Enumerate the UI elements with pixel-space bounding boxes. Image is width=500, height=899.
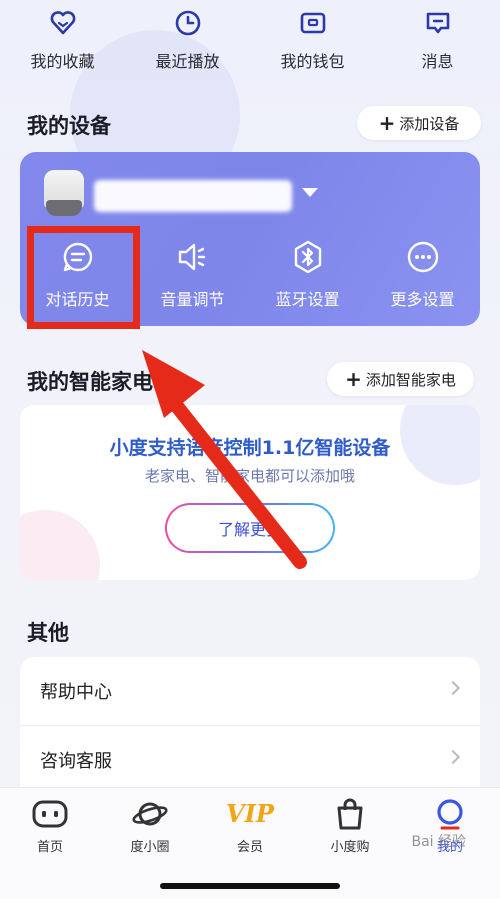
bluetooth-label: 蓝牙设置 bbox=[275, 290, 340, 309]
device-actions-row: 对话历史 音量调节 蓝牙设置 更多设置 bbox=[20, 240, 480, 312]
plus-icon: + bbox=[378, 111, 396, 135]
chat-history-label: 对话历史 bbox=[45, 290, 110, 309]
quick-actions-row: 我的收藏 最近播放 我的钱包 消息 bbox=[0, 8, 500, 78]
nav-label: 首页 bbox=[36, 840, 63, 855]
chat-history-button[interactable]: 对话历史 bbox=[20, 240, 135, 312]
home-indicator[interactable] bbox=[160, 883, 340, 889]
smart-home-headline: 小度支持语音控制1.1亿智能设备 bbox=[109, 437, 391, 459]
add-smart-device-label: 添加智能家电 bbox=[365, 370, 456, 389]
smart-home-section-title: 我的智能家电 bbox=[27, 370, 153, 394]
nav-label: 小度购 bbox=[330, 840, 370, 855]
bottom-navigation: 首页 度小圈 VIP 会员 小度购 我的 Bai 经验 bbox=[0, 787, 500, 899]
profile-icon bbox=[437, 799, 463, 830]
quick-item-label: 我的钱包 bbox=[280, 52, 345, 71]
learn-more-label: 了解更多 bbox=[167, 505, 333, 551]
more-settings-button[interactable]: 更多设置 bbox=[365, 240, 480, 312]
add-device-label: 添加设备 bbox=[399, 114, 460, 133]
plus-icon: + bbox=[345, 367, 362, 391]
device-card[interactable]: 对话历史 音量调节 蓝牙设置 更多设置 bbox=[20, 152, 480, 326]
add-device-button[interactable]: + 添加设备 bbox=[357, 106, 481, 140]
shopping-bag-icon bbox=[337, 798, 363, 830]
quick-item-wallet[interactable]: 我的钱包 bbox=[250, 8, 375, 78]
other-section-title: 其他 bbox=[27, 621, 69, 645]
message-icon bbox=[426, 12, 449, 34]
more-settings-label: 更多设置 bbox=[390, 290, 455, 309]
quick-item-favorites[interactable]: 我的收藏 bbox=[0, 8, 125, 78]
device-name-redacted bbox=[94, 180, 292, 212]
learn-more-button[interactable]: 了解更多 bbox=[165, 503, 335, 553]
card-decoration bbox=[20, 510, 100, 580]
list-item-label: 帮助中心 bbox=[40, 682, 112, 703]
more-icon bbox=[407, 241, 438, 273]
home-robot-icon bbox=[32, 800, 68, 828]
volume-button[interactable]: 音量调节 bbox=[135, 240, 250, 312]
other-list: 帮助中心 咨询客服 bbox=[20, 657, 480, 797]
clock-icon bbox=[175, 10, 200, 36]
list-item-help-center[interactable]: 帮助中心 bbox=[20, 657, 480, 725]
speaker-device-icon bbox=[44, 170, 84, 216]
chevron-right-icon bbox=[445, 680, 461, 696]
smart-home-card: 小度支持语音控制1.1亿智能设备 老家电、智能家电都可以添加哦 了解更多 bbox=[20, 405, 480, 580]
heart-icon bbox=[50, 11, 75, 35]
quick-item-messages[interactable]: 消息 bbox=[375, 8, 500, 78]
quick-item-label: 消息 bbox=[421, 52, 454, 71]
nav-label: 会员 bbox=[236, 840, 263, 855]
list-item-label: 咨询客服 bbox=[40, 750, 112, 772]
smart-home-subtitle: 老家电、智能家电都可以添加哦 bbox=[144, 467, 355, 485]
quick-item-label: 我的收藏 bbox=[30, 52, 95, 71]
volume-label: 音量调节 bbox=[160, 290, 225, 309]
caret-down-icon[interactable] bbox=[302, 188, 318, 197]
nav-label: 度小圈 bbox=[130, 840, 170, 855]
nav-shop[interactable]: 小度购 bbox=[300, 788, 400, 858]
wallet-icon bbox=[300, 12, 325, 34]
quick-item-label: 最近播放 bbox=[155, 52, 220, 71]
nav-vip[interactable]: VIP 会员 bbox=[200, 788, 300, 858]
nav-circle[interactable]: 度小圈 bbox=[100, 788, 200, 858]
chat-history-icon bbox=[63, 242, 92, 272]
bluetooth-icon bbox=[294, 240, 321, 274]
watermark: Bai 经验 bbox=[411, 834, 466, 850]
quick-item-recent[interactable]: 最近播放 bbox=[125, 8, 250, 78]
chevron-right-icon bbox=[445, 749, 461, 765]
planet-icon bbox=[132, 802, 168, 826]
nav-home[interactable]: 首页 bbox=[0, 788, 100, 858]
list-item-customer-service[interactable]: 咨询客服 bbox=[20, 725, 480, 793]
vip-icon: VIP bbox=[226, 799, 274, 828]
bluetooth-button[interactable]: 蓝牙设置 bbox=[250, 240, 365, 312]
add-smart-device-button[interactable]: + 添加智能家电 bbox=[327, 362, 474, 396]
volume-icon bbox=[178, 243, 205, 271]
devices-section-title: 我的设备 bbox=[27, 114, 111, 138]
